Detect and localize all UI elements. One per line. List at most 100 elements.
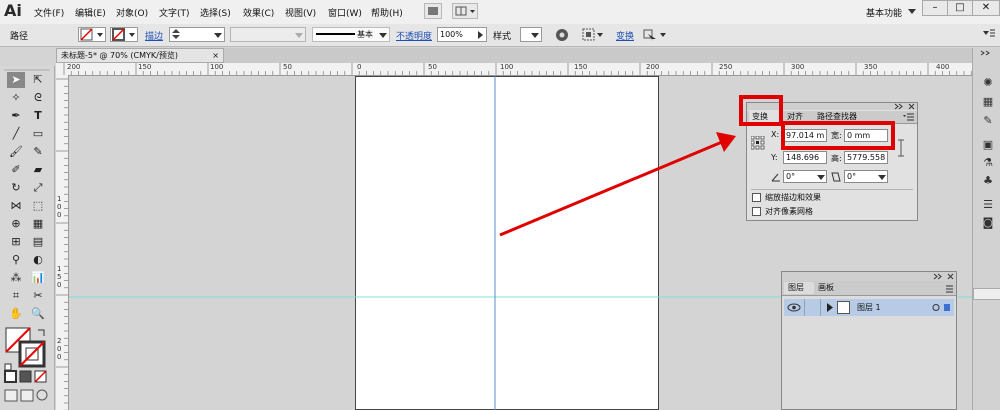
stroke-link[interactable]: 描边 [145,29,163,42]
panel-collapse-close-icons[interactable] [893,103,917,110]
menu-file[interactable]: 文件(F) [34,6,64,19]
color-mode-buttons[interactable] [4,370,50,384]
symbol-sprayer-tool[interactable]: ⁂ [7,270,25,286]
opacity-value: 100% [440,30,463,39]
brush-definition[interactable]: 基本 [312,27,390,42]
chevron-down-icon[interactable] [908,7,916,15]
menu-window[interactable]: 窗口(W) [328,6,362,19]
slice-tool[interactable]: ✂ [29,288,47,304]
symbols-icon[interactable]: ♣ [980,174,996,188]
pen-tool[interactable]: ✒ [7,108,25,124]
graphic-style-picker[interactable] [520,27,542,42]
target-selection-icons[interactable] [932,303,952,312]
menu-edit[interactable]: 编辑(E) [75,6,106,19]
align-pixel-grid-checkbox[interactable] [752,207,761,216]
y-field[interactable]: 148.696 [783,151,827,164]
expand-triangle-icon[interactable] [826,303,834,312]
stroke-swatch[interactable] [110,27,138,42]
rotate-tool[interactable]: ↻ [7,180,25,196]
menu-type[interactable]: 文字(T) [159,6,190,19]
panel-menu-icon[interactable] [942,285,954,293]
vertical-ruler[interactable]: 1 0 0 1 5 0 2 0 0 [56,75,69,410]
column-graph-tool[interactable]: 📊 [29,270,47,286]
fill-stroke-swatches[interactable] [4,326,50,376]
workspace-switcher[interactable]: 基本功能 [866,6,902,19]
rotate-field[interactable]: 0° [783,170,827,183]
shape-builder-tool[interactable]: ⊕ [7,216,25,232]
eyedropper-tool[interactable]: ⚲ [7,252,25,268]
arrange-documents-button[interactable] [452,3,478,19]
selection-tool[interactable]: ➤ [7,72,25,88]
height-field[interactable]: 5779.558 [844,151,888,164]
tab-layers[interactable]: 图层 [784,282,814,294]
width-tool[interactable]: ⋈ [7,198,25,214]
perspective-grid-tool[interactable]: ▦ [29,216,47,232]
gradient-tool[interactable]: ▤ [29,234,47,250]
pencil-tool[interactable]: ✎ [29,144,47,160]
menu-select[interactable]: 选择(S) [200,6,231,19]
horizontal-ruler[interactable]: 200 150 100 50 0 50 100 150 200 250 300 … [56,63,972,76]
transform-link[interactable]: 变换 [616,29,634,42]
appearance-icon[interactable]: ▣ [980,138,996,152]
minimize-button[interactable]: – [922,0,948,16]
shear-field[interactable]: 0° [844,170,888,183]
type-tool[interactable]: T [29,108,47,124]
swatches-icon[interactable]: ▦ [980,95,996,109]
panel-collapse-close-icons[interactable] [932,273,956,280]
blob-brush-tool[interactable]: ✐ [7,162,25,178]
eraser-tool[interactable]: ▰ [29,162,47,178]
dock-collapse-icon[interactable] [979,50,995,56]
line-tool[interactable]: ╱ [7,126,25,142]
brushes-icon[interactable]: ✎ [980,114,996,128]
variable-width-profile[interactable] [230,27,306,42]
panel-titlebar[interactable] [782,272,956,281]
menu-object[interactable]: 对象(O) [116,6,148,19]
menu-help[interactable]: 帮助(H) [371,6,403,19]
ruler-label: 0 [357,63,362,71]
link-proportions-icon[interactable] [895,139,907,157]
close-tab-icon[interactable]: × [212,49,219,62]
menu-effect[interactable]: 效果(C) [243,6,274,19]
restore-button[interactable]: □ [947,0,973,16]
magic-wand-tool[interactable]: ✧ [7,90,25,106]
eye-icon[interactable] [787,302,801,313]
shear-value: 0° [847,172,857,181]
align-to-icon[interactable] [582,28,604,42]
stroke-icon[interactable]: ☰ [980,198,996,212]
rectangle-tool[interactable]: ▭ [29,126,47,142]
graphic-styles-icon[interactable]: ⚗ [980,156,996,170]
arrange-grid-icon [455,6,475,16]
artboard-tool[interactable]: ⌗ [7,288,25,304]
fill-swatch[interactable] [78,27,106,42]
isolate-object-icon[interactable] [642,27,668,42]
menu-view[interactable]: 视图(V) [285,6,316,19]
hand-tool[interactable]: ✋ [7,306,25,322]
lasso-tool[interactable]: ᘓ [29,90,47,106]
transparency-icon[interactable]: ◙ [980,216,996,230]
scale-tool[interactable]: ⤢ [29,180,47,196]
free-transform-tool[interactable]: ⬚ [29,198,47,214]
tab-artboards[interactable]: 画板 [818,282,834,294]
layer-name[interactable]: 图层 1 [857,302,881,313]
divider [751,189,913,190]
bridge-button[interactable] [424,3,442,19]
reference-point-icon[interactable] [751,136,765,150]
stroke-weight-field[interactable] [169,27,225,42]
zoom-tool[interactable]: 🔍 [29,306,47,322]
panel-menu-icon[interactable] [982,28,996,40]
blend-tool[interactable]: ◐ [29,252,47,268]
opacity-link[interactable]: 不透明度 [396,29,432,42]
document-tab[interactable]: 未标题-5* @ 70% (CMYK/预览) × [56,48,224,63]
drawing-mode-buttons[interactable] [4,389,50,403]
direct-selection-tool[interactable]: ⇱ [29,72,47,88]
mesh-tool[interactable]: ⊞ [7,234,25,250]
scale-strokes-checkbox[interactable] [752,193,761,202]
layer-row[interactable]: 图层 1 [784,299,954,316]
color-icon[interactable]: ✺ [980,76,996,90]
opacity-field[interactable]: 100% [437,27,487,42]
paintbrush-tool[interactable]: 🖌 [7,144,25,160]
scrollbar-thumb[interactable] [973,288,1000,300]
close-button[interactable]: ✕ [972,0,1000,16]
recolor-artwork-icon[interactable] [554,27,570,43]
panel-menu-icon[interactable] [903,113,915,121]
